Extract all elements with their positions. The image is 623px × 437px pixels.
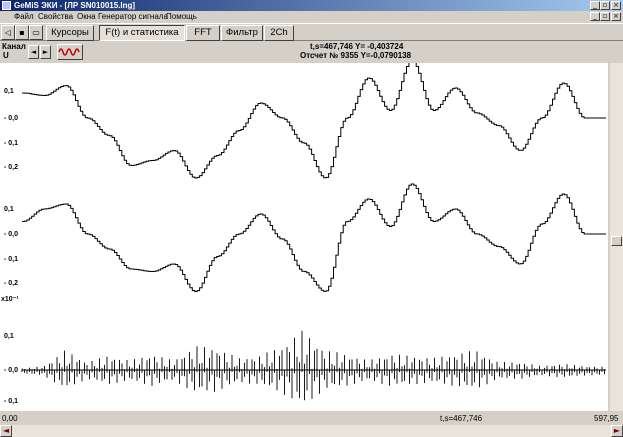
restore-icon: ▫ xyxy=(602,1,608,9)
menu-help[interactable]: Помощь xyxy=(166,11,197,22)
tab-fft[interactable]: FFT xyxy=(186,25,220,41)
panel2-tick-label: - 0,1 xyxy=(4,256,18,263)
child-minimize-button[interactable]: _ xyxy=(590,12,600,21)
waveform-icon xyxy=(58,48,80,56)
channel-prev-button[interactable]: ◄ xyxy=(28,45,39,59)
panel1-tick-label: 0,1 xyxy=(4,88,14,95)
restore-button[interactable]: ▫ xyxy=(600,1,610,10)
plot-area[interactable]: 0,1 - 0,0 - 0,1 - 0,2 0,1 - 0,0 - 0,1 - 0,2 x10⁻… xyxy=(0,60,608,411)
minimize-button[interactable]: _ xyxy=(590,1,600,10)
tab-cursors[interactable]: Курсоры xyxy=(46,25,94,41)
arrow-left-icon: ◄ xyxy=(2,426,10,435)
panel3-exponent-label: x10⁻¹ xyxy=(1,296,19,303)
panel2-tick-label: - 0,0 xyxy=(4,231,18,238)
horizontal-scrollbar[interactable]: ◄ ► xyxy=(0,425,623,437)
signal-traces xyxy=(21,60,606,401)
channel-next-button[interactable]: ► xyxy=(40,45,51,59)
tab-filter[interactable]: Фильтр xyxy=(221,25,263,41)
arrow-left-icon: ◄ xyxy=(30,48,37,56)
arrow-right-icon: ► xyxy=(613,426,621,435)
play-button[interactable]: ◁ xyxy=(1,25,15,40)
menu-file[interactable]: Файл xyxy=(14,11,34,22)
app-icon xyxy=(2,1,11,10)
window-title: GeMiS ЭКИ - [ЛР SN010015.lng] xyxy=(14,1,136,10)
title-bar: GeMiS ЭКИ - [ЛР SN010015.lng] _ ▫ × xyxy=(0,0,623,11)
menu-properties[interactable]: Свойства xyxy=(38,11,73,22)
menu-bar: Файл Свойства Окна Генератор сигнала Пом… xyxy=(0,11,623,22)
save-button[interactable]: ▪ xyxy=(15,25,29,40)
axis-labels: 0,1 - 0,0 - 0,1 - 0,2 0,1 - 0,0 - 0,1 - 0,2 x10⁻… xyxy=(1,88,19,405)
minimize-icon: _ xyxy=(593,1,597,9)
channel-value: U xyxy=(3,51,9,60)
scroll-left-button[interactable]: ◄ xyxy=(0,425,12,437)
arrow-right-icon: ► xyxy=(42,48,49,56)
vertical-scrollbar[interactable] xyxy=(610,63,623,411)
panel2-tick-label: - 0,2 xyxy=(4,280,18,287)
cursor-readout-sample: Отсчет № 9355 Y=-0,0790138 xyxy=(300,51,412,60)
signal-trace-2 xyxy=(22,183,606,292)
time-end: 597,95 xyxy=(594,414,619,423)
child-close-button[interactable]: × xyxy=(611,12,621,21)
panel2-tick-label: 0,1 xyxy=(4,206,14,213)
menu-windows[interactable]: Окна xyxy=(77,11,96,22)
scroll-right-button[interactable]: ► xyxy=(611,425,623,437)
signal-trace-3 xyxy=(21,330,606,401)
channel-label: Канал xyxy=(2,42,26,51)
tab-ft-statistics[interactable]: F(t) и статистика xyxy=(99,25,185,41)
panel3-tick-label: - 0,0 xyxy=(4,367,18,374)
tab-2ch[interactable]: 2Ch xyxy=(264,25,294,41)
panel1-tick-label: - 0,2 xyxy=(4,164,18,171)
disk-icon: ▪ xyxy=(19,28,25,37)
time-start: 0,00 xyxy=(2,414,18,423)
channel-bar: Канал U ◄ ► t,s=467,746 Y= -0,403724 Отс… xyxy=(0,42,623,62)
status-bar: 0,00 t,s=467,746 597,95 xyxy=(0,412,623,425)
panel3-tick-label: - 0,1 xyxy=(4,398,18,405)
vertical-scroll-thumb[interactable] xyxy=(611,236,622,246)
signal-trace-1 xyxy=(22,60,606,179)
child-restore-button[interactable]: ▫ xyxy=(600,12,610,21)
panel1-tick-label: - 0,1 xyxy=(4,140,18,147)
folder-icon: ▭ xyxy=(32,28,40,37)
toolbar: ◁ ▪ ▭ Курсоры F(t) и статистика FFT Филь… xyxy=(0,23,623,41)
close-icon: × xyxy=(613,1,619,9)
close-button[interactable]: × xyxy=(611,1,621,10)
signal-plot[interactable]: 0,1 - 0,0 - 0,1 - 0,2 0,1 - 0,0 - 0,1 - 0,2 x10⁻… xyxy=(0,60,608,411)
waveform-button[interactable] xyxy=(57,44,83,60)
panel1-tick-label: - 0,0 xyxy=(4,115,18,122)
play-icon: ◁ xyxy=(4,28,12,37)
open-button[interactable]: ▭ xyxy=(29,25,43,40)
panel3-tick-label: 0,1 xyxy=(4,333,14,340)
menu-signal-generator[interactable]: Генератор сигнала xyxy=(98,11,168,22)
cursor-time: t,s=467,746 xyxy=(440,414,483,423)
